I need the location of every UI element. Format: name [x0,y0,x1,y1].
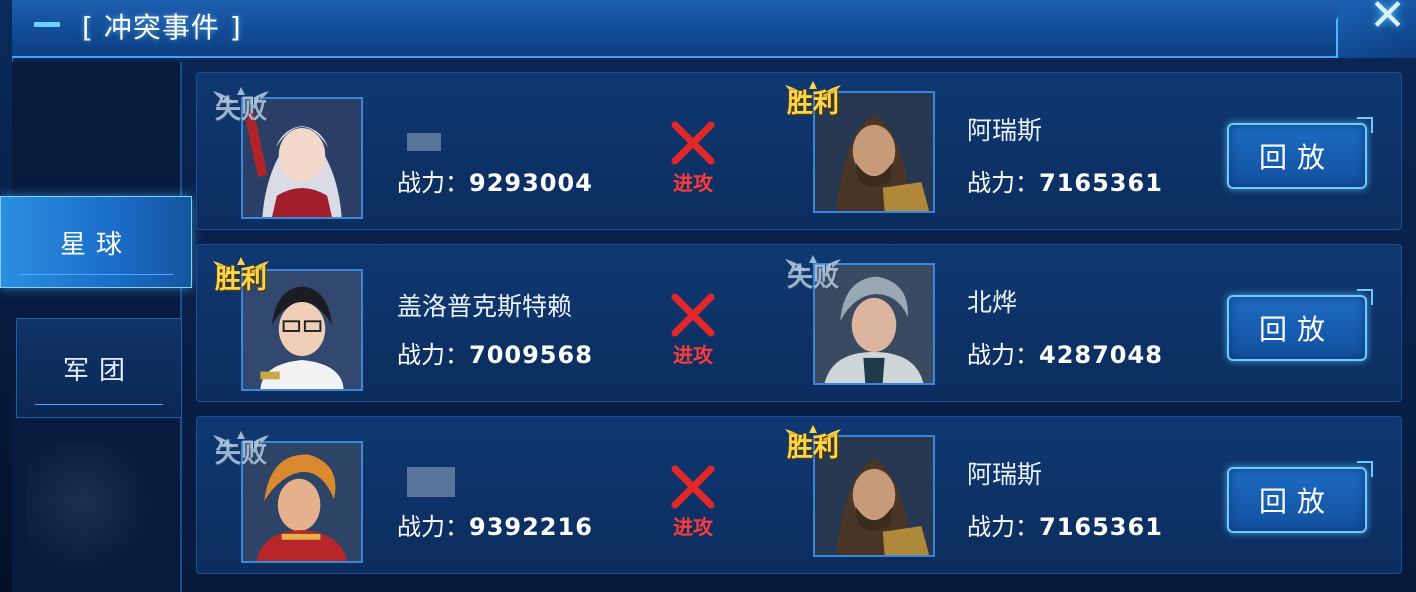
crossed-swords-icon [671,465,715,509]
attack-indicator: 进攻 [663,465,723,539]
crossed-swords-icon [671,293,715,337]
tab-legion[interactable]: 军团 [16,318,182,418]
power-value: 4287048 [1039,341,1163,369]
right-player-power: 战力：4287048 [967,335,1163,370]
close-icon[interactable]: ✕ [1369,0,1406,38]
right-result-text: 胜利 [786,433,839,463]
left-result-text: 胜利 [214,265,267,295]
left-player-name-redacted [407,467,455,497]
tab-underline [19,274,173,275]
tab-planet[interactable]: 星球 [0,196,192,288]
header-bar: [ 冲突事件 ] ✕ [12,0,1416,58]
tab-legion-label: 军团 [62,355,135,386]
close-button[interactable]: ✕ [1336,0,1416,58]
attack-label: 进攻 [673,171,713,195]
left-player-name-redacted [407,133,441,151]
right-player-name: 阿瑞斯 [967,460,1043,489]
replay-button[interactable]: 回放 [1227,461,1373,533]
attack-label: 进攻 [673,515,713,539]
power-value: 7009568 [469,341,593,369]
background-decoration [26,442,166,592]
attack-label: 进攻 [673,343,713,367]
left-result-text: 失败 [214,439,267,469]
power-label: 战力： [397,169,469,197]
right-result-badge: 胜利 [781,419,845,475]
right-result-badge: 失败 [781,249,845,305]
header-dash [34,22,60,27]
power-value: 9293004 [469,169,593,197]
power-label: 战力： [397,513,469,541]
left-result-badge: 失败 [209,425,273,481]
right-player-name: 北烨 [967,288,1018,317]
left-result-badge: 失败 [209,81,273,137]
crossed-swords-icon [671,121,715,165]
power-value: 9392216 [469,513,593,541]
power-label: 战力： [967,513,1039,541]
right-player-power: 战力：7165361 [967,507,1163,542]
power-label: 战力： [967,169,1039,197]
replay-button[interactable]: 回放 [1227,289,1373,361]
left-player-power: 战力：7009568 [397,335,593,370]
conflict-row-3: 失败 战力：9392216 进攻 胜利 阿瑞斯 战力：7165361 回放 [196,416,1402,574]
tab-underline [35,404,163,405]
tab-planet-label: 星球 [59,229,132,260]
left-player-power: 战力：9293004 [397,163,593,198]
power-value: 7165361 [1039,513,1163,541]
attack-indicator: 进攻 [663,121,723,195]
power-value: 7165361 [1039,169,1163,197]
conflict-row-2: 胜利 盖洛普克斯特赖 战力：7009568 进攻 失败 北烨 战力：428704… [196,244,1402,402]
left-result-text: 失败 [214,95,267,125]
left-result-badge: 胜利 [209,251,273,307]
right-player-power: 战力：7165361 [967,163,1163,198]
conflict-row-1: 失败 战力：9293004 进攻 胜利 阿瑞斯 战力：7165361 回放 [196,72,1402,230]
left-player-power: 战力：9392216 [397,507,593,542]
right-player-name: 阿瑞斯 [967,116,1043,145]
power-label: 战力： [397,341,469,369]
right-result-text: 失败 [786,263,839,293]
right-result-text: 胜利 [786,89,839,119]
attack-indicator: 进攻 [663,293,723,367]
left-player-name: 盖洛普克斯特赖 [397,292,573,321]
power-label: 战力： [967,341,1039,369]
page-title: [ 冲突事件 ] [82,11,242,44]
sidebar: 星球 军团 [0,62,192,592]
right-result-badge: 胜利 [781,75,845,131]
replay-button[interactable]: 回放 [1227,117,1373,189]
